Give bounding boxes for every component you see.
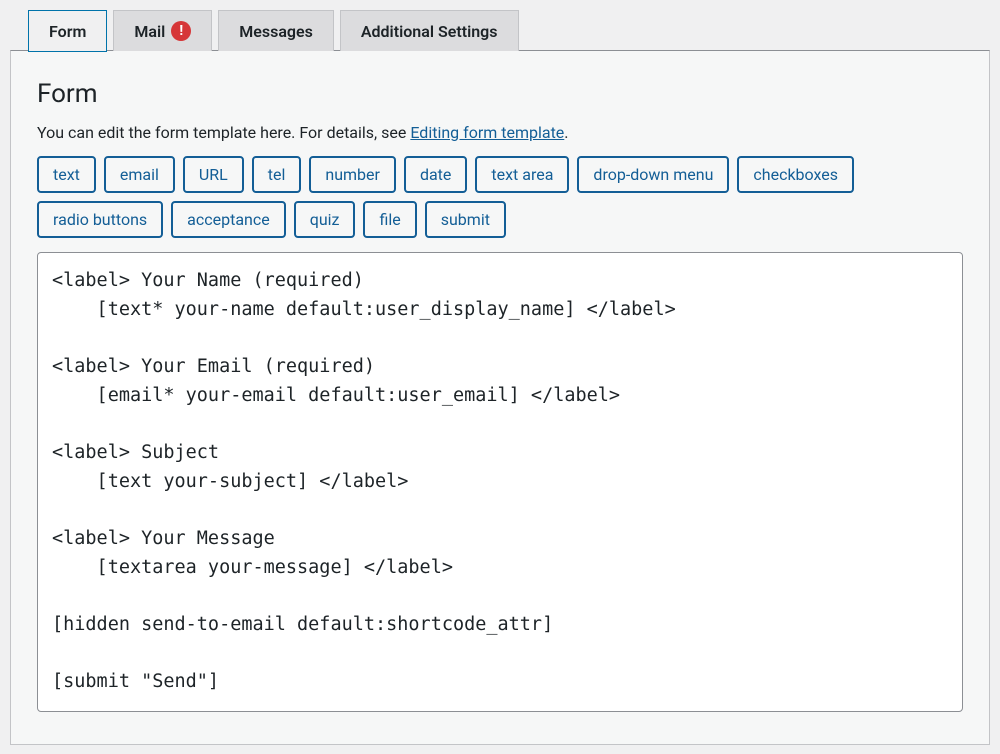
- tag-button-email[interactable]: email: [104, 156, 175, 193]
- tag-button-textarea[interactable]: text area: [475, 156, 569, 193]
- desc-text-suffix: .: [564, 123, 568, 142]
- tab-label: Messages: [239, 22, 313, 41]
- tag-button-checkboxes[interactable]: checkboxes: [737, 156, 854, 193]
- tag-button-number[interactable]: number: [309, 156, 396, 193]
- tab-label: Additional Settings: [361, 22, 498, 41]
- tab-messages[interactable]: Messages: [218, 10, 334, 51]
- tag-generator-toolbar: text email URL tel number date text area…: [37, 156, 963, 238]
- tag-button-url[interactable]: URL: [183, 156, 244, 193]
- panel-form: Form You can edit the form template here…: [10, 50, 990, 745]
- tab-label: Mail: [134, 22, 165, 41]
- tag-button-dropdown[interactable]: drop-down menu: [577, 156, 729, 193]
- form-template-textarea[interactable]: [37, 252, 963, 712]
- tag-button-tel[interactable]: tel: [252, 156, 302, 193]
- tag-button-radio[interactable]: radio buttons: [37, 201, 163, 238]
- tab-label: Form: [49, 22, 86, 41]
- tag-button-text[interactable]: text: [37, 156, 96, 193]
- tabs-bar: Form Mail ! Messages Additional Settings: [0, 0, 1000, 51]
- tab-form[interactable]: Form: [28, 10, 107, 52]
- tab-mail[interactable]: Mail !: [113, 10, 212, 51]
- tag-button-file[interactable]: file: [363, 201, 416, 238]
- alert-icon: !: [171, 21, 191, 41]
- section-title: Form: [37, 79, 963, 109]
- tag-button-quiz[interactable]: quiz: [294, 201, 356, 238]
- tab-additional-settings[interactable]: Additional Settings: [340, 10, 519, 51]
- editing-template-link[interactable]: Editing form template: [410, 123, 564, 142]
- desc-text-prefix: You can edit the form template here. For…: [37, 123, 410, 142]
- tag-button-date[interactable]: date: [404, 156, 467, 193]
- section-description: You can edit the form template here. For…: [37, 123, 963, 142]
- tag-button-submit[interactable]: submit: [425, 201, 506, 238]
- tag-button-acceptance[interactable]: acceptance: [171, 201, 286, 238]
